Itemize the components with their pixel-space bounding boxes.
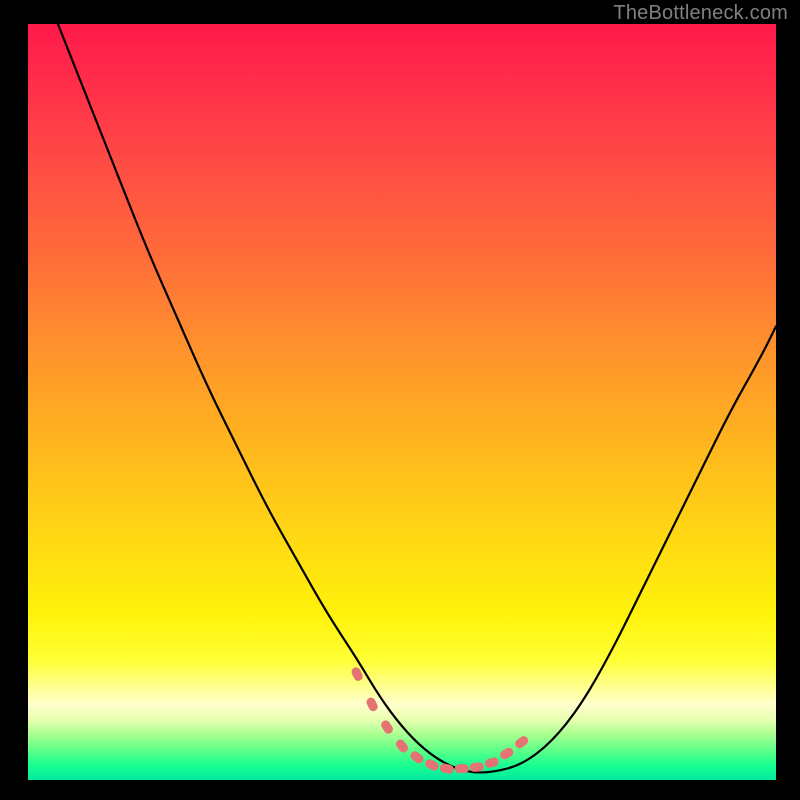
marker <box>409 750 426 766</box>
marker <box>439 763 455 775</box>
bottleneck-curve <box>58 24 776 772</box>
curve-layer <box>28 24 776 780</box>
marker <box>484 756 500 769</box>
optimal-markers <box>350 666 530 775</box>
marker <box>379 719 394 736</box>
chart-frame: TheBottleneck.com <box>0 0 800 800</box>
marker <box>394 738 410 755</box>
plot-area <box>28 24 776 780</box>
marker <box>469 762 484 772</box>
marker <box>365 696 379 713</box>
marker <box>498 746 515 761</box>
marker <box>513 734 530 750</box>
watermark-text: TheBottleneck.com <box>613 2 788 25</box>
marker <box>455 764 469 773</box>
